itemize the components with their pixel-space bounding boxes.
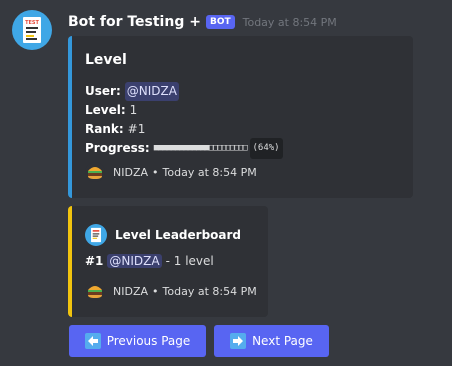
entry-user-mention[interactable]: @NIDZA [107,254,162,268]
embed-author: Level Leaderboard [85,224,241,246]
previous-page-button[interactable]: Previous Page [69,325,206,357]
footer-name: NIDZA [113,165,149,179]
next-page-label: Next Page [252,334,313,348]
avatar-text: TEST [25,20,39,26]
entry-rank: #1 [85,254,104,268]
level-label: Level: [85,103,126,117]
bot-avatar[interactable]: TEST [12,10,52,50]
rank-label: Rank: [85,122,124,136]
progress-bar: ■■■■■■■■■■■■■□□□□□□□□□ [153,143,248,153]
message-timestamp: Today at 8:54 PM [242,15,337,29]
message-author[interactable]: Bot for Testing + [68,14,201,30]
embed-footer: NIDZA • Today at 8:54 PM [85,281,257,301]
footer-time: Today at 8:54 PM [162,165,257,179]
leaderboard-embed: Level Leaderboard #1 @NIDZA - 1 level NI… [68,206,268,317]
burger-icon [85,281,105,301]
bot-badge: BOT [205,15,235,29]
footer-separator: • [152,284,159,298]
next-page-button[interactable]: Next Page [214,325,329,357]
embed-title: Level [85,52,127,68]
progress-line: Progress: ■■■■■■■■■■■■■□□□□□□□□□ (64%) [85,138,283,159]
embed-footer: NIDZA • Today at 8:54 PM [85,162,257,182]
user-mention[interactable]: @NIDZA [124,82,179,101]
footer-name: NIDZA [113,284,149,298]
user-label: User: [85,84,121,98]
footer-separator: • [152,165,159,179]
user-line: User: @NIDZA [85,82,283,101]
leaderboard-entry: #1 @NIDZA - 1 level [85,254,214,268]
embed-fields: User: @NIDZA Level: 1 Rank: #1 Progress:… [85,82,283,159]
level-line: Level: 1 [85,101,283,120]
leaderboard-title: Level Leaderboard [115,228,242,242]
footer-time: Today at 8:54 PM [162,284,257,298]
progress-percent: (64%) [249,138,283,159]
previous-page-label: Previous Page [106,334,191,348]
rank-line: Rank: #1 [85,120,283,139]
level-value: 1 [129,103,138,117]
burger-icon [85,162,105,182]
bot-avatar-icon [85,224,107,246]
level-embed: Level User: @NIDZA Level: 1 Rank: #1 Pro… [68,36,413,198]
rank-value: #1 [127,122,146,136]
left-arrow-icon [84,333,101,349]
progress-label: Progress: [85,141,150,155]
message-header: Bot for Testing + BOT Today at 8:54 PM [68,11,337,33]
entry-detail: - 1 level [165,254,214,268]
right-arrow-icon [230,333,247,349]
